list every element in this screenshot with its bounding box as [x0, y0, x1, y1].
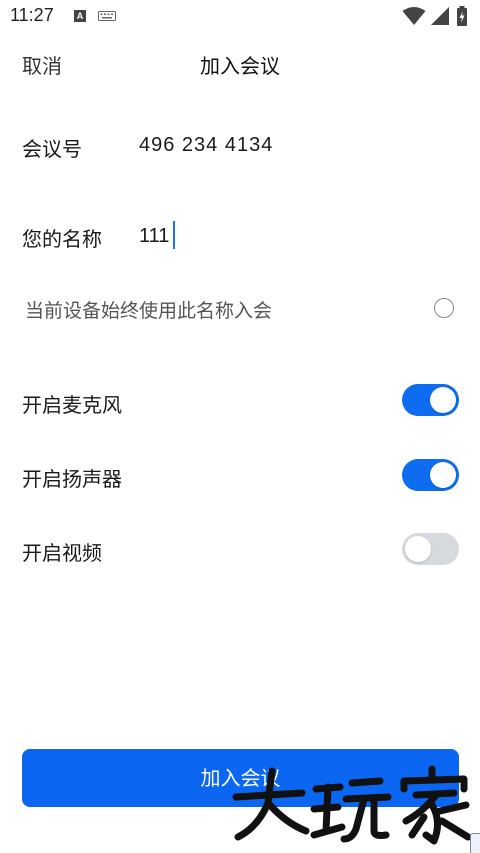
toggle-knob [430, 462, 456, 488]
remember-name-radio[interactable] [434, 298, 454, 318]
toggle-label-microphone: 开启麦克风 [22, 393, 122, 417]
page-title: 加入会议 [200, 54, 280, 78]
speaker-toggle[interactable] [402, 459, 459, 491]
name-label: 您的名称 [22, 227, 102, 251]
video-toggle[interactable] [402, 533, 459, 565]
remember-name-label: 当前设备始终使用此名称入会 [25, 300, 273, 322]
floating-assist-icon[interactable] [470, 833, 480, 853]
keyboard-icon [98, 11, 116, 21]
toggle-knob [405, 536, 431, 562]
watermark-logo [232, 765, 472, 845]
wifi-icon [402, 7, 426, 25]
status-time: 11:27 [10, 5, 54, 25]
toggle-label-video: 开启视频 [22, 541, 102, 565]
a-icon: A [74, 10, 86, 22]
status-icons [402, 6, 470, 26]
header: 取消 加入会议 [0, 38, 480, 88]
status-bar: 11:27 A [0, 0, 480, 34]
toggle-knob [430, 387, 456, 413]
microphone-toggle[interactable] [402, 384, 459, 416]
toggle-label-speaker: 开启扬声器 [22, 467, 122, 491]
name-input[interactable] [139, 222, 439, 250]
meeting-id-label: 会议号 [22, 137, 82, 161]
battery-icon [457, 6, 467, 26]
text-caret [173, 221, 175, 249]
signal-icon [431, 7, 449, 25]
join-meeting-screen: 11:27 A 取消 加入会议 会议号 496 234 4134 您的名称 11… [0, 0, 480, 853]
meeting-id-value: 496 234 4134 [139, 134, 274, 156]
